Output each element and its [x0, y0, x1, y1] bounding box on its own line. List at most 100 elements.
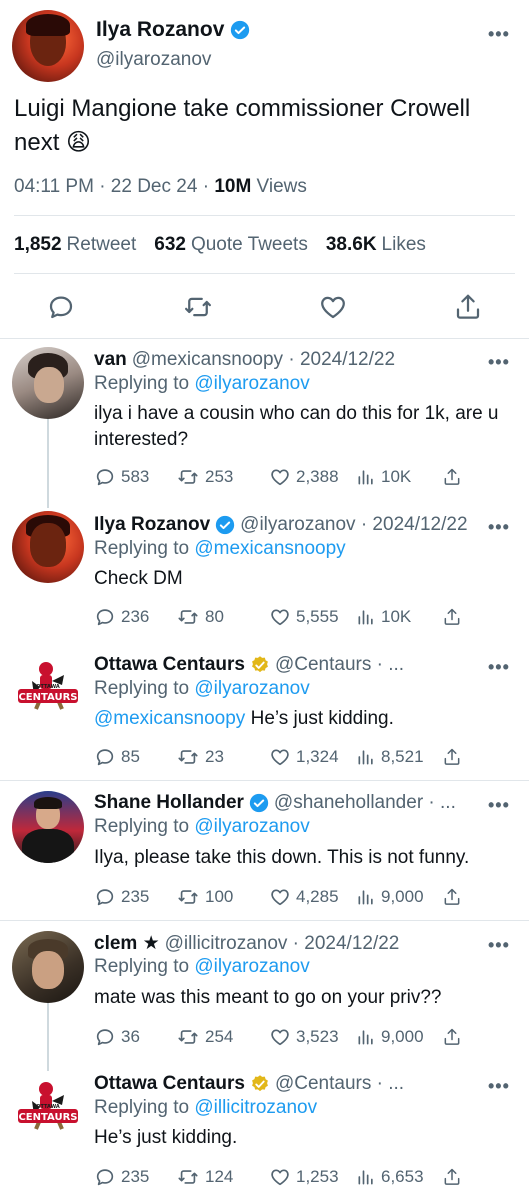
author-name[interactable]: Ilya Rozanov: [94, 514, 210, 536]
share-icon[interactable]: [442, 1025, 462, 1049]
author-handle[interactable]: @illicitrozanov · 2024/12/22: [165, 933, 400, 955]
retweet-icon: [176, 1026, 200, 1048]
reply-header: Shane Hollander @shanehollander · ...: [94, 792, 456, 814]
retweet-count: 124: [205, 1167, 234, 1186]
replying-to-link[interactable]: @ilyarozanov: [194, 816, 309, 837]
author-name[interactable]: van: [94, 349, 127, 371]
reply-action[interactable]: 236: [94, 605, 149, 629]
like-action[interactable]: 5,555: [269, 605, 339, 629]
avatar[interactable]: CENTAURS OTTAWA: [12, 1071, 84, 1143]
reply-tweet[interactable]: van @mexicansnoopy · 2024/12/22 ••• Repl…: [0, 338, 529, 508]
reply-tweet[interactable]: Ilya Rozanov @ilyarozanov · 2024/12/22 •…: [0, 503, 529, 643]
like-action[interactable]: 3,523: [269, 1025, 339, 1049]
like-action[interactable]: 1,253: [269, 1165, 339, 1189]
avatar[interactable]: [12, 347, 84, 419]
views-count: 10K: [381, 467, 412, 486]
reply-tweet[interactable]: Shane Hollander @shanehollander · ... ••…: [0, 781, 529, 919]
avatar[interactable]: [12, 511, 84, 583]
reply-action[interactable]: 36: [94, 1025, 140, 1049]
like-icon: [269, 1166, 291, 1188]
views-icon: [356, 887, 376, 907]
replying-to-link[interactable]: @mexicansnoopy: [194, 538, 345, 559]
replying-to-link[interactable]: @ilyarozanov: [194, 678, 309, 699]
avatar[interactable]: [12, 931, 84, 1003]
retweet-count: 100: [205, 887, 234, 906]
retweet-icon: [176, 1166, 200, 1188]
tweet-timestamp[interactable]: 04:11 PM · 22 Dec 24 ·: [14, 176, 214, 197]
replying-to-link[interactable]: @illicitrozanov: [194, 1097, 317, 1118]
views-count: 9,000: [381, 1027, 424, 1046]
author-name[interactable]: Shane Hollander: [94, 792, 244, 814]
retweet-action[interactable]: 124: [176, 1165, 233, 1189]
share-icon[interactable]: [442, 745, 462, 769]
like-icon[interactable]: [318, 292, 350, 324]
reply-action[interactable]: 85: [94, 745, 140, 769]
share-icon[interactable]: [453, 292, 485, 324]
reply-action[interactable]: 235: [94, 1165, 149, 1189]
views-action[interactable]: 10K: [356, 605, 411, 629]
like-action[interactable]: 2,388: [269, 465, 339, 489]
views-action[interactable]: 9,000: [356, 1025, 424, 1049]
more-options-icon[interactable]: •••: [488, 1076, 510, 1097]
like-count: 3,523: [296, 1027, 339, 1046]
author-handle[interactable]: @shanehollander · ...: [274, 792, 456, 814]
more-options-icon[interactable]: •••: [488, 352, 510, 373]
replying-to-link[interactable]: @ilyarozanov: [194, 373, 309, 394]
quotes-stat[interactable]: 632 Quote Tweets: [154, 234, 308, 256]
author-name[interactable]: clem ★: [94, 932, 160, 955]
retweet-action[interactable]: 253: [176, 465, 233, 489]
views-action[interactable]: 6,653: [356, 1165, 424, 1189]
share-icon[interactable]: [442, 605, 462, 629]
like-action[interactable]: 4,285: [269, 885, 339, 909]
share-icon[interactable]: [442, 465, 462, 489]
author-handle[interactable]: @Centaurs · ...: [275, 654, 404, 676]
share-icon[interactable]: [442, 885, 462, 909]
author-handle[interactable]: @ilyarozanov · 2024/12/22: [240, 514, 467, 536]
author-handle[interactable]: @ilyarozanov: [96, 49, 211, 71]
more-options-icon[interactable]: •••: [488, 517, 510, 538]
reply-tweet[interactable]: CENTAURS OTTAWA Ottawa Centaurs @Centaur…: [0, 643, 529, 781]
reply-actions: 235 124 1,253 6,653: [94, 1165, 514, 1189]
avatar[interactable]: [12, 10, 84, 82]
more-options-icon[interactable]: •••: [488, 24, 510, 45]
reply-actions: 85 23 1,324 8,521: [94, 745, 514, 769]
retweets-stat[interactable]: 1,852 Retweet: [14, 234, 136, 256]
replying-to-link[interactable]: @ilyarozanov: [194, 956, 309, 977]
views-action[interactable]: 10K: [356, 465, 411, 489]
avatar[interactable]: [12, 791, 84, 863]
author-handle[interactable]: @Centaurs · ...: [275, 1073, 404, 1095]
reply-action[interactable]: 235: [94, 885, 149, 909]
author-handle[interactable]: @mexicansnoopy · 2024/12/22: [132, 349, 395, 371]
reply-icon[interactable]: [46, 292, 78, 324]
tweet-text: Luigi Mangione take commissioner Crowell…: [14, 95, 471, 156]
author-name-text[interactable]: Ilya Rozanov: [96, 18, 224, 42]
mention-link[interactable]: @mexicansnoopy: [94, 708, 245, 729]
like-action[interactable]: 1,324: [269, 745, 339, 769]
more-options-icon[interactable]: •••: [488, 795, 510, 816]
more-options-icon[interactable]: •••: [488, 657, 510, 678]
views-action[interactable]: 9,000: [356, 885, 424, 909]
like-icon: [269, 606, 291, 628]
views-icon: [356, 607, 376, 627]
retweet-action[interactable]: 23: [176, 745, 224, 769]
retweet-count: 253: [205, 467, 234, 486]
retweet-action[interactable]: 100: [176, 885, 233, 909]
share-icon[interactable]: [442, 1165, 462, 1189]
author-name[interactable]: Ottawa Centaurs: [94, 1073, 245, 1095]
likes-stat[interactable]: 38.6K Likes: [326, 234, 426, 256]
avatar[interactable]: CENTAURS OTTAWA: [12, 651, 84, 723]
replying-to: Replying to @illicitrozanov: [94, 1097, 317, 1119]
retweet-action[interactable]: 254: [176, 1025, 233, 1049]
retweet-icon[interactable]: [183, 292, 215, 324]
more-options-icon[interactable]: •••: [488, 935, 510, 956]
retweet-action[interactable]: 80: [176, 605, 224, 629]
divider: [14, 215, 515, 216]
reply-actions: 36 254 3,523 9,000: [94, 1025, 514, 1049]
reply-action[interactable]: 583: [94, 465, 149, 489]
author-name[interactable]: Ottawa Centaurs: [94, 654, 245, 676]
reply-tweet[interactable]: clem ★ @illicitrozanov · 2024/12/22 ••• …: [0, 921, 529, 1071]
views-action[interactable]: 8,521: [356, 745, 424, 769]
thread-line: [47, 418, 49, 508]
reply-tweet[interactable]: CENTAURS OTTAWA Ottawa Centaurs @Centaur…: [0, 1061, 529, 1200]
author-name[interactable]: Ilya Rozanov: [96, 18, 250, 42]
